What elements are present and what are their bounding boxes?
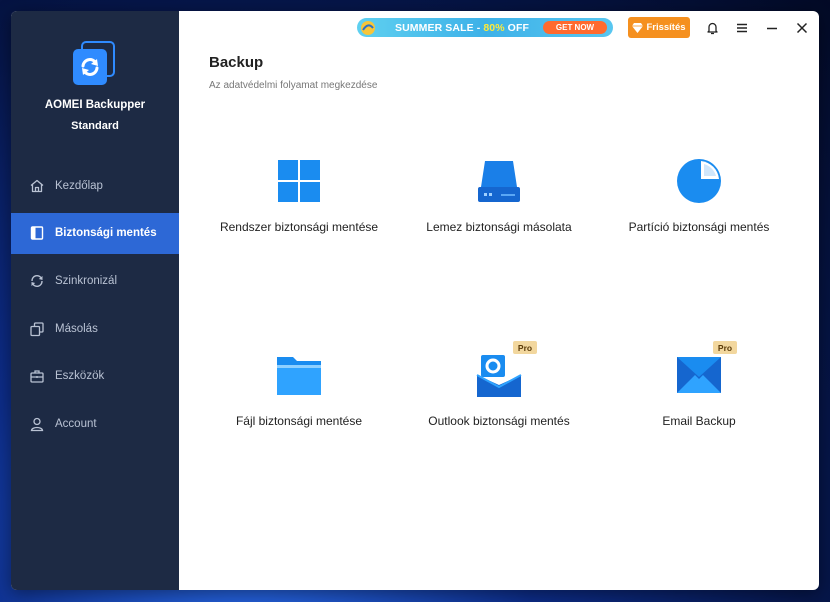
clone-icon (29, 321, 45, 337)
bell-icon[interactable] (704, 20, 720, 36)
app-window: AOMEI Backupper Standard Kezdőlap Bizton… (11, 11, 819, 590)
tile-label: Email Backup (662, 414, 736, 428)
sidebar-nav: Kezdőlap Biztonsági mentés Szinkronizál … (11, 165, 179, 451)
page-subtitle: Az adatvédelmi folyamat megkezdése (209, 80, 378, 91)
disk-icon (475, 157, 523, 205)
backup-icon (29, 225, 45, 241)
sidebar-item-account[interactable]: Account (11, 403, 179, 444)
sidebar-item-label: Másolás (55, 322, 98, 335)
sync-icon (29, 273, 45, 289)
partition-icon (675, 157, 723, 205)
sale-text-suffix: OFF (504, 21, 529, 34)
tile-label: Rendszer biztonsági mentése (219, 220, 379, 234)
sidebar: AOMEI Backupper Standard Kezdőlap Bizton… (11, 11, 179, 590)
tile-label: Partíció biztonsági mentés (628, 220, 770, 234)
tile-label: Outlook biztonsági mentés (428, 414, 570, 428)
app-name: AOMEI Backupper (44, 99, 146, 111)
get-now-button[interactable]: GET NOW (543, 21, 607, 34)
app-brand: AOMEI Backupper Standard (11, 41, 179, 132)
sidebar-item-label: Account (55, 417, 97, 430)
tools-icon (29, 368, 45, 384)
sidebar-item-label: Eszközök (55, 370, 105, 383)
sidebar-item-home[interactable]: Kezdőlap (11, 165, 179, 206)
sale-percent: 80% (483, 21, 505, 34)
pro-badge: Pro (513, 341, 537, 354)
title-bar: SUMMER SALE - 80% OFF GET NOW Frissítés (179, 17, 819, 39)
windows-icon (275, 157, 323, 205)
file-backup-tile[interactable]: Fájl biztonsági mentése (199, 351, 399, 501)
minimize-icon[interactable] (764, 20, 780, 36)
sidebar-item-label: Szinkronizál (55, 274, 117, 287)
pro-badge: Pro (713, 341, 737, 354)
sidebar-item-label: Biztonsági mentés (55, 227, 157, 240)
sidebar-item-label: Kezdőlap (55, 179, 103, 192)
upgrade-label: Frissítés (646, 22, 686, 33)
home-icon (29, 178, 45, 194)
system-backup-tile[interactable]: Rendszer biztonsági mentése (199, 157, 399, 307)
sale-text: SUMMER SALE - (395, 21, 484, 34)
partition-backup-tile[interactable]: Partíció biztonsági mentés (599, 157, 799, 307)
folder-icon (275, 351, 323, 399)
close-icon[interactable] (794, 20, 810, 36)
upgrade-button[interactable]: Frissítés (628, 17, 690, 38)
tile-label: Fájl biztonsági mentése (235, 414, 363, 428)
summer-sale-banner[interactable]: SUMMER SALE - 80% OFF GET NOW (357, 18, 613, 37)
disk-backup-tile[interactable]: Lemez biztonsági másolata (399, 157, 599, 307)
email-icon: Pro (675, 341, 737, 399)
sidebar-item-clone[interactable]: Másolás (11, 308, 179, 349)
outlook-backup-tile[interactable]: Pro Outlook biztonsági mentés (399, 341, 599, 501)
account-icon (29, 416, 45, 432)
sidebar-item-sync[interactable]: Szinkronizál (11, 260, 179, 301)
sidebar-item-tools[interactable]: Eszközök (11, 356, 179, 397)
menu-icon[interactable] (734, 20, 750, 36)
sidebar-item-backup[interactable]: Biztonsági mentés (11, 212, 179, 254)
sale-badge-icon (357, 18, 379, 37)
diamond-icon (632, 22, 644, 33)
outlook-icon: Pro (475, 341, 537, 399)
page-title: Backup (209, 54, 264, 71)
tile-label: Lemez biztonsági másolata (426, 220, 572, 234)
email-backup-tile[interactable]: Pro Email Backup (599, 341, 799, 501)
aomei-logo-icon (73, 41, 117, 87)
app-edition: Standard (71, 120, 119, 132)
main-panel: SUMMER SALE - 80% OFF GET NOW Frissítés (179, 11, 819, 590)
